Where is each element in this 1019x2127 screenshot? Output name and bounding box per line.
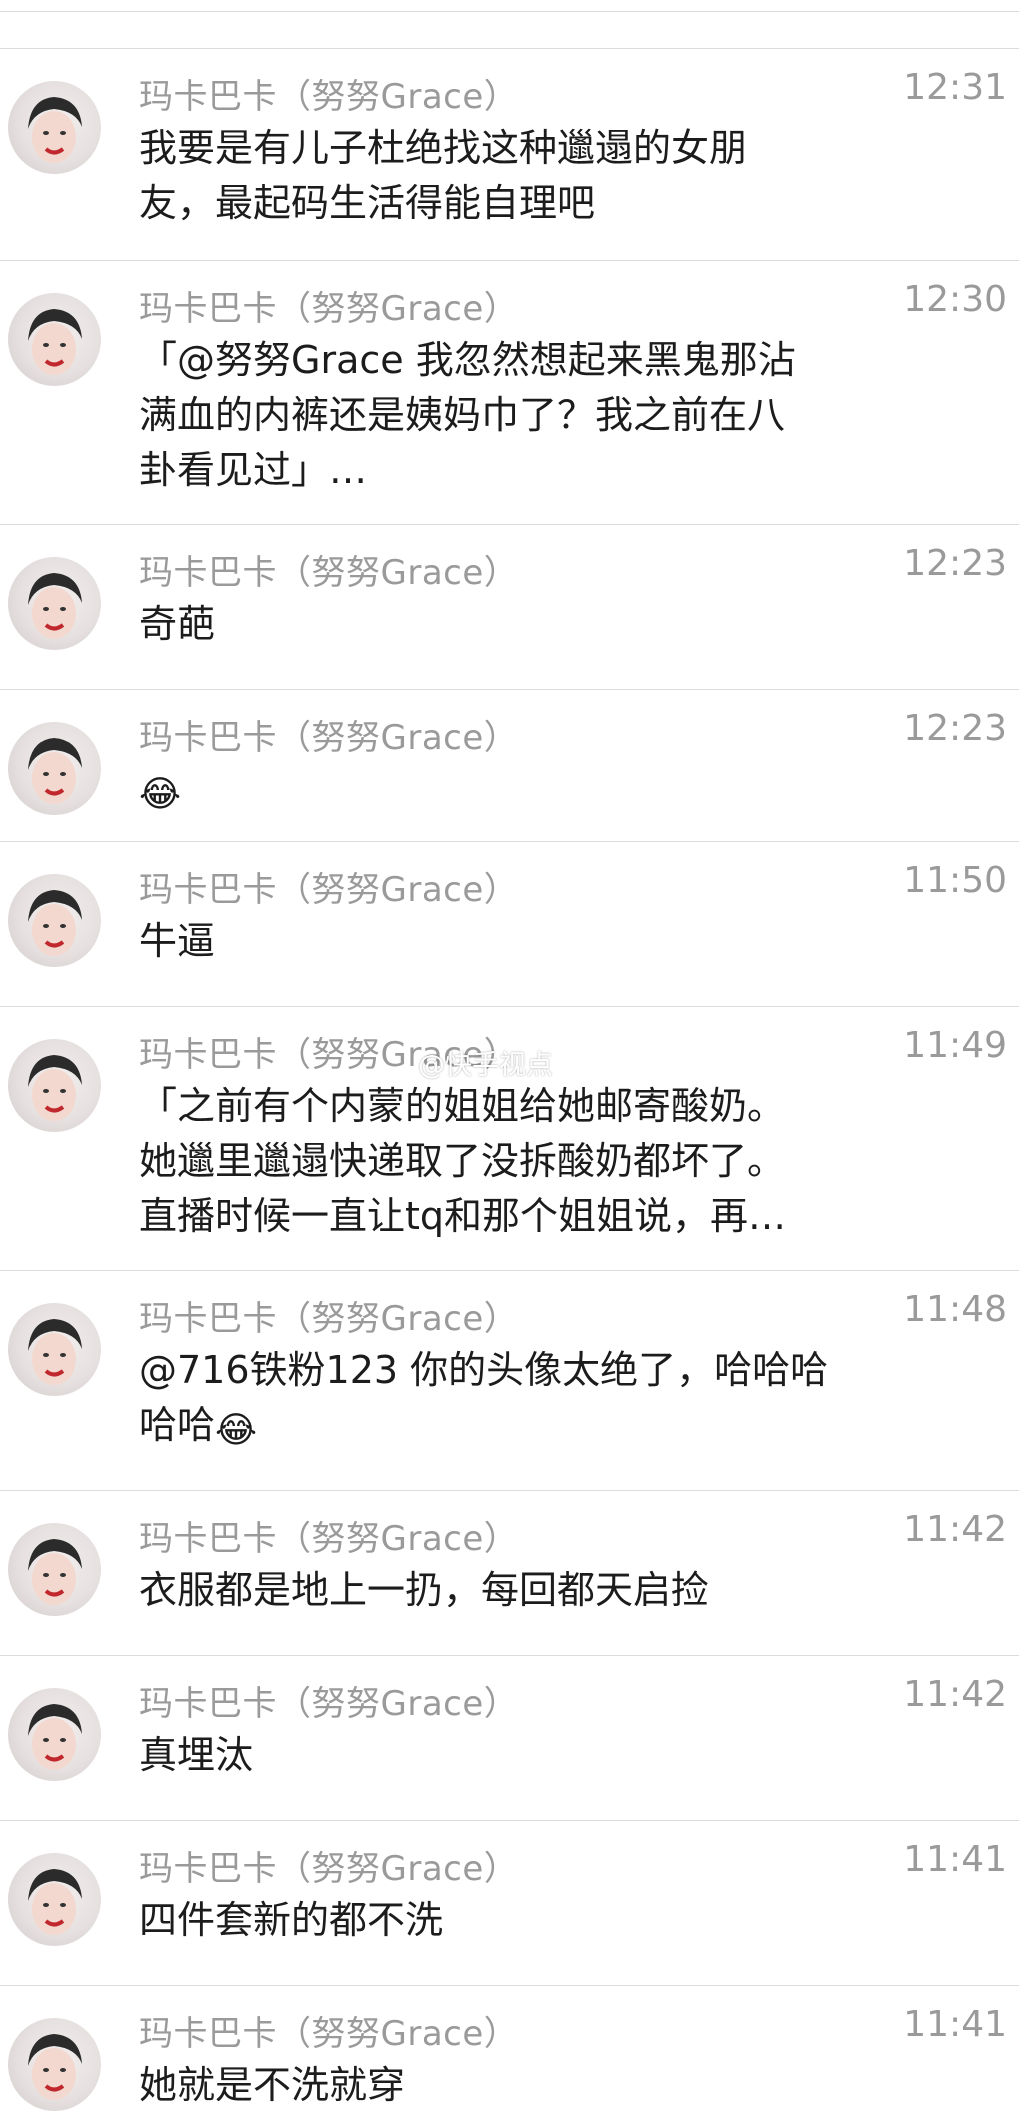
avatar-photo-icon	[28, 573, 82, 639]
comment-row[interactable]: 玛卡巴卡（努努Grace） 11:41 四件套新的都不洗	[0, 1821, 1019, 1986]
comment-row[interactable]: 玛卡巴卡（努努Grace） 12:31 我要是有儿子杜绝找这种邋遢的女朋 友，最…	[0, 49, 1019, 261]
sender-name: 玛卡巴卡（努努Grace）	[139, 870, 519, 910]
sender-name: 玛卡巴卡（努努Grace）	[139, 289, 519, 329]
comment-row[interactable]: 玛卡巴卡（努努Grace） 11:42 衣服都是地上一扔，每回都天启捡	[0, 1491, 1019, 1656]
watermark: @快手视点	[418, 1050, 553, 1081]
message-text: 「之前有个内蒙的姐姐给她邮寄酸奶。 她邋里邋遢快递取了没拆酸奶都坏了。 直播时候…	[139, 1084, 787, 1238]
avatar[interactable]	[8, 1303, 101, 1396]
comment-row[interactable]: 玛卡巴卡（努努Grace） 12:23 😂	[0, 690, 1019, 842]
message-time: 12:23	[903, 708, 1007, 749]
avatar[interactable]	[8, 1688, 101, 1781]
top-divider	[0, 0, 1019, 12]
message-time: 12:31	[903, 67, 1007, 108]
avatar[interactable]	[8, 1523, 101, 1616]
message-time: 11:49	[903, 1025, 1007, 1066]
avatar[interactable]	[8, 874, 101, 967]
message-text: 牛逼	[139, 919, 216, 963]
avatar-photo-icon	[28, 1704, 82, 1770]
sender-name: 玛卡巴卡（努努Grace）	[139, 77, 519, 117]
avatar-photo-icon	[28, 309, 82, 375]
avatar-photo-icon	[28, 2034, 82, 2100]
comment-list: 玛卡巴卡（努努Grace） 12:31 我要是有儿子杜绝找这种邋遢的女朋 友，最…	[0, 0, 1019, 2127]
avatar-photo-icon	[28, 97, 82, 163]
message-text: 衣服都是地上一扔，每回都天启捡	[139, 1568, 710, 1612]
message-time: 12:30	[903, 279, 1007, 320]
avatar[interactable]	[8, 1853, 101, 1946]
message-text: 四件套新的都不洗	[139, 1898, 444, 1942]
comment-row[interactable]: 玛卡巴卡（努努Grace） 12:30 「@努努Grace 我忽然想起来黑鬼那沾…	[0, 261, 1019, 525]
tears-of-joy-emoji-icon: 😂	[139, 774, 182, 815]
avatar[interactable]	[8, 1039, 101, 1132]
avatar[interactable]	[8, 2018, 101, 2111]
comment-row[interactable]: 玛卡巴卡（努努Grace） 12:23 奇葩	[0, 525, 1019, 690]
message-time: 11:50	[903, 860, 1007, 901]
comment-row[interactable]: 玛卡巴卡（努努Grace） 11:48 @716铁粉123 你的头像太绝了，哈哈…	[0, 1271, 1019, 1491]
sender-name: 玛卡巴卡（努努Grace）	[139, 1684, 519, 1724]
avatar[interactable]	[8, 557, 101, 650]
message-time: 11:41	[903, 2004, 1007, 2045]
avatar-photo-icon	[28, 1869, 82, 1935]
message-text: 奇葩	[139, 602, 216, 646]
sender-name: 玛卡巴卡（努努Grace）	[139, 1849, 519, 1889]
message-time: 11:42	[903, 1674, 1007, 1715]
sender-name: 玛卡巴卡（努努Grace）	[139, 1519, 519, 1559]
avatar-photo-icon	[28, 1539, 82, 1605]
sender-name: 玛卡巴卡（努努Grace）	[139, 718, 519, 758]
tears-of-joy-emoji-icon: 😂	[215, 1410, 258, 1451]
avatar-photo-icon	[28, 890, 82, 956]
message-text: 她就是不洗就穿	[139, 2063, 406, 2107]
avatar[interactable]	[8, 722, 101, 815]
avatar-photo-icon	[28, 738, 82, 804]
message-text: 😂	[139, 762, 879, 817]
comment-row[interactable]: 玛卡巴卡（努努Grace） 11:41 她就是不洗就穿	[0, 1986, 1019, 2127]
avatar[interactable]	[8, 293, 101, 386]
avatar-photo-icon	[28, 1319, 82, 1385]
message-time: 11:42	[903, 1509, 1007, 1550]
message-text: @716铁粉123 你的头像太绝了，哈哈哈 哈哈😂	[139, 1343, 879, 1453]
sender-name: 玛卡巴卡（努努Grace）	[139, 2014, 519, 2054]
message-text: 「@努努Grace 我忽然想起来黑鬼那沾 满血的内裤还是姨妈巾了？我之前在八 卦…	[139, 338, 796, 492]
avatar-photo-icon	[28, 1055, 82, 1121]
message-time: 11:41	[903, 1839, 1007, 1880]
top-partial-row	[0, 12, 1019, 49]
sender-name: 玛卡巴卡（努努Grace）	[139, 1299, 519, 1339]
message-text: 真埋汰	[139, 1733, 254, 1777]
message-text: 我要是有儿子杜绝找这种邋遢的女朋 友，最起码生活得能自理吧	[139, 126, 748, 225]
message-time: 12:23	[903, 543, 1007, 584]
message-time: 11:48	[903, 1289, 1007, 1330]
sender-name: 玛卡巴卡（努努Grace）	[139, 553, 519, 593]
comment-row[interactable]: 玛卡巴卡（努努Grace） 11:50 牛逼	[0, 842, 1019, 1007]
avatar[interactable]	[8, 81, 101, 174]
comment-row[interactable]: 玛卡巴卡（努努Grace） 11:42 真埋汰	[0, 1656, 1019, 1821]
